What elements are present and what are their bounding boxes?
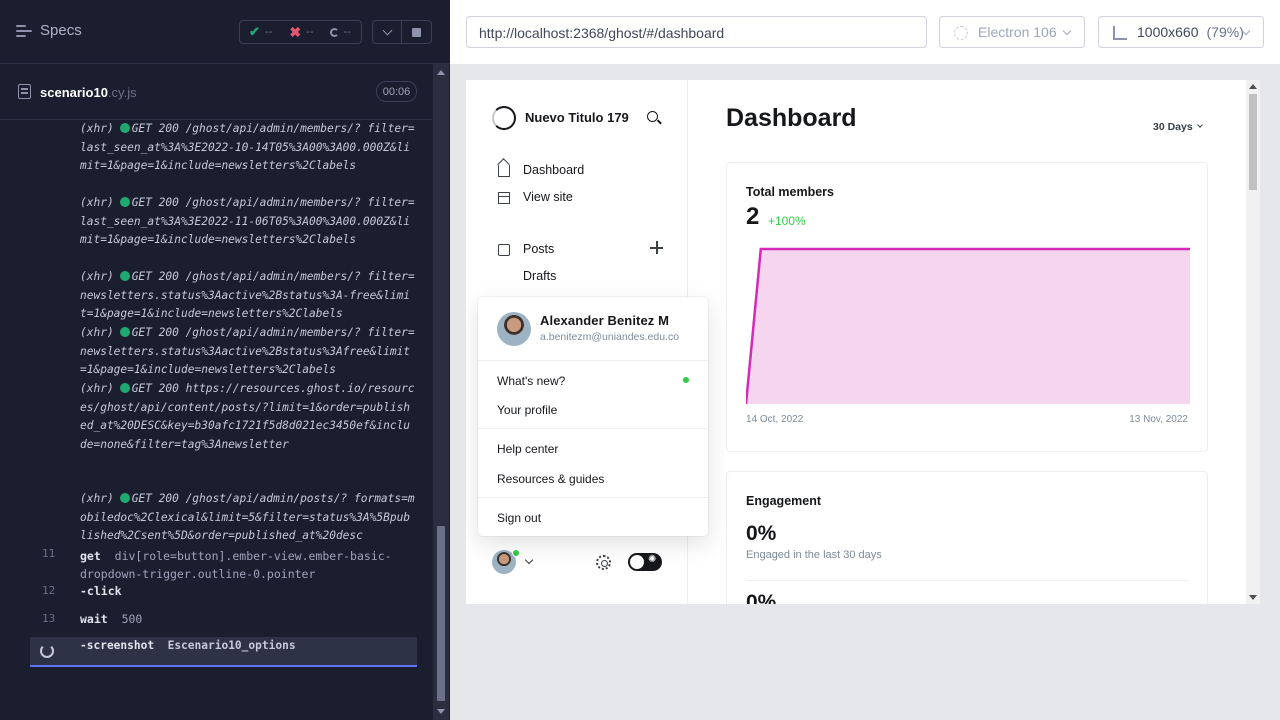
status-ok-icon [119,197,130,207]
passed-icon: ✔ [249,24,260,39]
status-ok-icon [119,123,130,133]
chevron-down-icon [382,25,392,35]
members-chart [746,247,1190,405]
stop-button[interactable] [402,21,431,43]
ruler-icon [1113,26,1127,40]
engagement-subtitle: Engaged in the last 30 days [746,549,882,561]
command-log-scrollbar[interactable] [433,64,449,720]
x-axis-end-label: 13 Nov, 2022 [1129,414,1188,425]
chart-area-fill [746,249,1190,404]
divider [478,497,708,498]
page-title: Dashboard [726,104,857,132]
new-post-plus-icon[interactable] [650,241,663,254]
dark-mode-toggle[interactable] [628,553,662,571]
cypress-runner-panel: Specs ✔ -- ✖ -- -- scenario10.cy.js 00:06 … [0,0,450,720]
xhr-log-entry[interactable]: (xhr) GET 200 /ghost/api/admin/members/? … [80,194,415,250]
command-screenshot-active[interactable]: -screenshot Escenario10_options [30,637,417,667]
page-scrollbar[interactable] [1246,80,1260,604]
failed-count: -- [306,26,314,38]
divider [478,428,708,429]
scroll-down-icon[interactable] [1249,595,1257,600]
scroll-thumb[interactable] [1249,94,1257,190]
xhr-log-entry[interactable]: (xhr) GET 200 /ghost/api/admin/members/? … [80,120,415,176]
date-range-select[interactable]: 30 Days [1153,121,1193,133]
new-indicator-icon [683,377,689,383]
online-status-icon [512,549,520,557]
browser-selector[interactable]: Electron 106 [939,16,1085,48]
card-title: Total members [746,185,834,199]
menu-item-your-profile[interactable]: Your profile [497,403,557,417]
xhr-log-entry[interactable]: (xhr) GET 200 /ghost/api/admin/members/? … [80,268,415,324]
x-axis-start-label: 14 Oct, 2022 [746,414,804,425]
engagement-card: Engagement 0% Engaged in the last 30 day… [726,471,1208,604]
xhr-log-entry[interactable]: (xhr) GET 200 /ghost/api/admin/members/? … [80,324,415,380]
scroll-up-icon[interactable] [437,70,445,75]
electron-icon [954,26,968,40]
user-email: a.benitezm@uniandes.edu.co [540,331,680,343]
site-name: Nuevo Titulo 179 [525,110,629,125]
divider [746,580,1189,581]
engagement-value: 0% [746,522,777,545]
command-log: (xhr) GET 200 /ghost/api/admin/members/? … [0,120,432,680]
home-icon [498,165,510,177]
url-bar[interactable]: http://localhost:2368/ghost/#/dashboard [466,16,927,48]
scroll-down-icon[interactable] [437,709,445,714]
spec-file-header: scenario10.cy.js 00:06 [0,76,432,120]
app-under-test-frame: Nuevo Titulo 179 Dashboard View site Pos… [466,80,1260,604]
user-avatar [497,312,531,346]
menu-item-resources[interactable]: Resources & guides [497,472,604,486]
spec-timer: 00:06 [376,81,417,102]
specs-label: Specs [40,22,82,39]
chevron-down-icon [1197,122,1203,128]
chevron-down-icon [1062,26,1072,36]
dashboard-main: Dashboard 30 Days Total members 2 +100% … [688,80,1246,604]
engagement-value-secondary: 0% [746,591,777,604]
xhr-log-entry[interactable]: (xhr) GET 200 https://resources.ghost.io/… [80,380,415,454]
failed-icon: ✖ [289,23,302,40]
search-icon[interactable] [647,111,658,122]
specs-menu-icon [16,24,32,38]
site-logo-icon [492,106,516,130]
browser-window-icon [498,192,510,204]
scroll-up-icon[interactable] [1249,84,1257,89]
runner-controls [372,20,432,44]
menu-item-help-center[interactable]: Help center [497,442,558,456]
status-ok-icon [119,383,130,393]
aut-toolbar: http://localhost:2368/ghost/#/dashboard … [450,0,1280,64]
status-ok-icon [119,271,130,281]
status-ok-icon [119,493,130,503]
xhr-log-entry[interactable]: (xhr) GET 200 /ghost/api/admin/posts/? fo… [80,490,415,546]
specs-toggle[interactable]: Specs [16,22,82,39]
pending-count: -- [343,26,351,38]
menu-item-whats-new[interactable]: What's new? [497,374,565,388]
loading-spinner-icon [40,644,54,658]
status-ok-icon [119,327,130,337]
pending-icon [329,27,339,37]
passed-count: -- [264,26,273,38]
test-stats: ✔ -- ✖ -- -- [239,20,362,44]
collapse-button[interactable] [373,21,403,43]
viewport-info[interactable]: 1000x660 (79%) [1098,16,1264,48]
runner-header: Specs ✔ -- ✖ -- -- [0,0,450,64]
user-name: Alexander Benitez M [540,313,670,328]
total-members-card: Total members 2 +100% 14 Oct, 2022 13 No… [726,162,1208,452]
spec-file-name: scenario10.cy.js [40,85,137,100]
members-growth: +100% [768,214,806,228]
pencil-icon [498,244,510,256]
divider [478,360,708,361]
document-icon [18,84,31,99]
user-dropdown-menu: Alexander Benitez M a.benitezm@uniandes.… [478,297,708,536]
settings-gear-icon[interactable] [596,555,611,570]
chevron-down-icon[interactable] [524,555,534,565]
scroll-thumb[interactable] [437,526,445,701]
menu-item-sign-out[interactable]: Sign out [497,511,541,525]
card-title: Engagement [746,494,822,508]
stop-icon [412,27,421,37]
members-count: 2 [746,203,760,230]
